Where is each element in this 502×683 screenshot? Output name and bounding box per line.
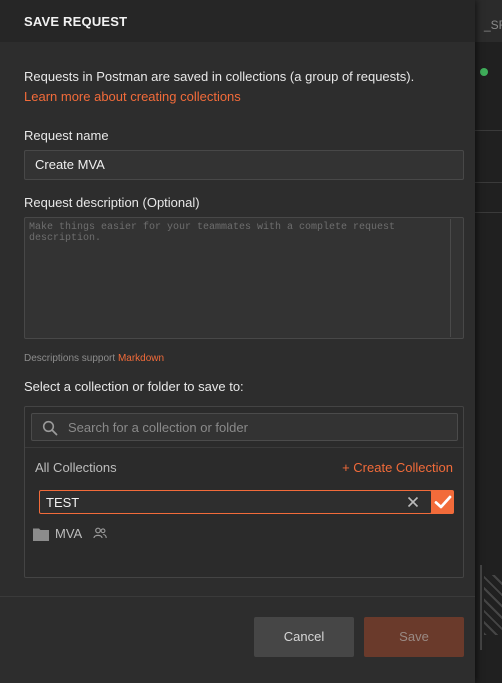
new-collection-row xyxy=(39,490,454,514)
checkmark-icon xyxy=(434,495,452,509)
new-collection-name-input[interactable] xyxy=(39,490,432,514)
learn-more-link[interactable]: Learn more about creating collections xyxy=(24,89,241,104)
folder-icon xyxy=(33,528,49,541)
status-dot-icon xyxy=(480,68,488,76)
collection-item-mva[interactable]: MVA xyxy=(33,524,233,544)
background-tab-label: _SR xyxy=(484,18,502,32)
markdown-note: Descriptions support Markdown xyxy=(24,353,164,364)
markdown-link[interactable]: Markdown xyxy=(118,353,164,364)
footer-divider xyxy=(0,596,475,597)
collection-picker-label: Select a collection or folder to save to… xyxy=(24,379,244,394)
request-name-input[interactable]: Create MVA xyxy=(24,150,464,180)
picker-divider xyxy=(25,447,463,448)
all-collections-breadcrumb[interactable]: All Collections xyxy=(35,460,117,475)
save-button[interactable]: Save xyxy=(364,617,464,657)
request-description-label: Request description (Optional) xyxy=(24,195,200,210)
save-request-modal: SAVE REQUEST Requests in Postman are sav… xyxy=(0,0,475,683)
collection-search-box[interactable] xyxy=(31,413,458,441)
cancel-button[interactable]: Cancel xyxy=(254,617,354,657)
background-illustration xyxy=(480,565,502,650)
request-description-input[interactable] xyxy=(24,217,464,339)
team-icon xyxy=(93,527,107,539)
clear-icon[interactable] xyxy=(405,494,421,510)
create-collection-link[interactable]: + Create Collection xyxy=(342,460,453,475)
confirm-create-collection-button[interactable] xyxy=(431,490,454,514)
request-name-label: Request name xyxy=(24,128,109,143)
collection-picker: All Collections + Create Collection xyxy=(24,406,464,578)
intro-text: Requests in Postman are saved in collect… xyxy=(24,69,415,84)
search-icon xyxy=(42,420,58,436)
description-scrollbar[interactable] xyxy=(450,219,451,337)
collection-search-input[interactable] xyxy=(68,414,448,440)
modal-title: SAVE REQUEST xyxy=(0,0,475,42)
collection-item-label: MVA xyxy=(55,526,83,541)
markdown-note-text: Descriptions support xyxy=(24,353,116,364)
